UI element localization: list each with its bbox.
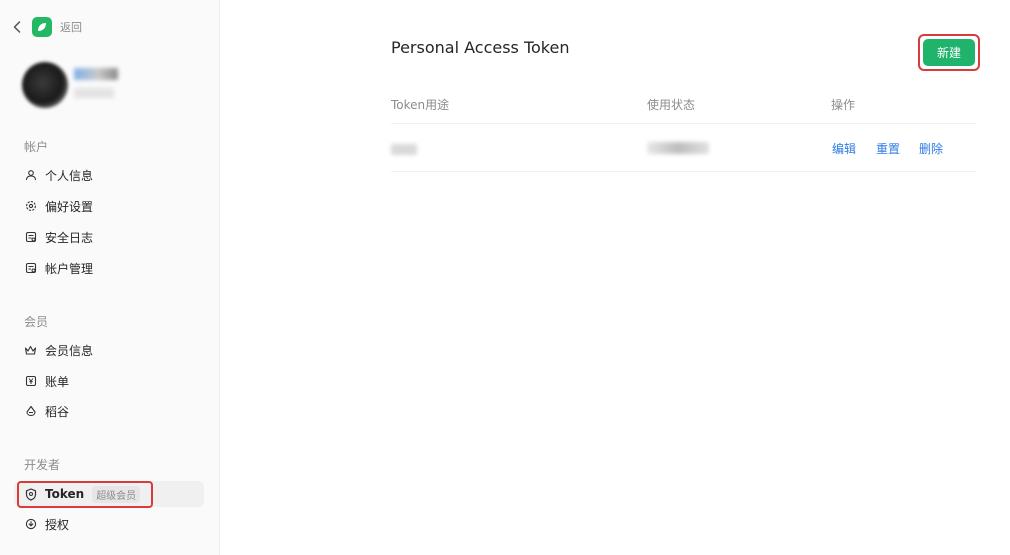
sidebar-item-grain[interactable]: 稻谷 bbox=[14, 398, 204, 424]
sidebar-item-label: 个人信息 bbox=[45, 168, 94, 183]
token-table: Token用途 使用状态 操作 编辑 重置 删除 bbox=[391, 88, 976, 172]
sidebar: 返回 帐户 个人信息 偏好设置 安全日志 帐户管理 会员 会员信息 账单 稻谷 … bbox=[0, 0, 220, 555]
crown-icon bbox=[24, 344, 37, 357]
sidebar-item-label: 授权 bbox=[45, 517, 70, 532]
log-icon bbox=[24, 231, 37, 244]
chevron-left-icon[interactable] bbox=[13, 20, 23, 34]
profile-name-blurred bbox=[74, 68, 118, 80]
delete-link[interactable]: 删除 bbox=[919, 140, 943, 157]
authorize-icon bbox=[24, 518, 37, 531]
back-label[interactable]: 返回 bbox=[60, 19, 82, 35]
table-row: 编辑 重置 删除 bbox=[391, 124, 976, 172]
column-header-token-purpose: Token用途 bbox=[391, 98, 450, 112]
sidebar-item-authorization[interactable]: 授权 bbox=[14, 511, 204, 537]
gear-icon bbox=[24, 200, 37, 213]
section-title-developer: 开发者 bbox=[24, 458, 61, 472]
reset-link[interactable]: 重置 bbox=[876, 140, 900, 157]
app-logo-icon bbox=[32, 17, 52, 37]
account-manage-icon bbox=[24, 262, 37, 275]
section-title-membership: 会员 bbox=[24, 315, 49, 329]
grain-icon bbox=[24, 405, 37, 418]
super-member-badge: 超级会员 bbox=[92, 485, 141, 503]
sidebar-item-label: 稻谷 bbox=[45, 404, 70, 419]
sidebar-item-label: 帐户管理 bbox=[45, 261, 94, 276]
sidebar-item-label: Token bbox=[45, 487, 85, 501]
sidebar-item-security-log[interactable]: 安全日志 bbox=[14, 224, 204, 250]
main-content: Personal Access Token 新建 Token用途 使用状态 操作… bbox=[220, 0, 1010, 555]
sidebar-item-preferences[interactable]: 偏好设置 bbox=[14, 193, 204, 219]
sidebar-item-token[interactable]: Token 超级会员 bbox=[14, 481, 204, 507]
avatar bbox=[22, 62, 68, 108]
usage-status-blurred bbox=[647, 142, 709, 154]
sidebar-item-member-info[interactable]: 会员信息 bbox=[14, 337, 204, 363]
sidebar-item-bills[interactable]: 账单 bbox=[14, 368, 204, 394]
profile-sub-blurred bbox=[74, 88, 114, 98]
sidebar-item-label: 偏好设置 bbox=[45, 199, 94, 214]
sidebar-item-label: 会员信息 bbox=[45, 343, 94, 358]
column-header-usage-status: 使用状态 bbox=[647, 98, 696, 112]
page-title: Personal Access Token bbox=[391, 38, 570, 57]
column-header-actions: 操作 bbox=[831, 98, 856, 112]
user-icon bbox=[24, 169, 37, 182]
new-button-highlight-box: 新建 bbox=[918, 34, 980, 71]
token-name-blurred bbox=[391, 144, 417, 155]
sidebar-item-label: 安全日志 bbox=[45, 230, 94, 245]
table-header-row: Token用途 使用状态 操作 bbox=[391, 88, 976, 124]
back-link[interactable]: 返回 bbox=[13, 16, 82, 38]
sidebar-item-label: 账单 bbox=[45, 374, 70, 389]
section-title-account: 帐户 bbox=[24, 140, 49, 154]
new-token-button[interactable]: 新建 bbox=[923, 39, 975, 66]
shield-icon bbox=[24, 487, 37, 501]
edit-link[interactable]: 编辑 bbox=[832, 140, 856, 157]
bill-icon bbox=[24, 375, 37, 388]
user-profile bbox=[22, 62, 202, 108]
sidebar-item-personal-info[interactable]: 个人信息 bbox=[14, 162, 204, 188]
sidebar-item-account-management[interactable]: 帐户管理 bbox=[14, 255, 204, 281]
